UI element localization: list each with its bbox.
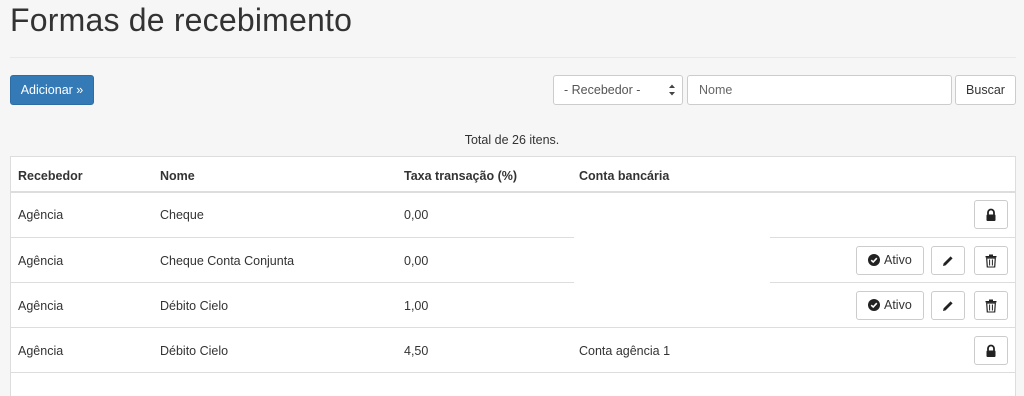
- cell-recebedor: Agência: [18, 344, 64, 358]
- receiver-select[interactable]: - Recebedor -: [553, 75, 683, 105]
- page: Formas de recebimento Adicionar » - Rece…: [0, 0, 1024, 396]
- cell-taxa: 0,00: [404, 208, 429, 222]
- header-recebedor: Recebedor: [18, 169, 83, 183]
- cell-taxa: 0,00: [404, 254, 429, 268]
- ativo-toggle-button[interactable]: Ativo: [856, 291, 924, 320]
- cell-nome: Cheque: [160, 208, 204, 222]
- check-circle-icon: [868, 299, 880, 311]
- lock-button[interactable]: [974, 336, 1008, 365]
- row-divider: [11, 282, 1015, 283]
- data-table: Recebedor Nome Taxa transação (%) Conta …: [10, 156, 1016, 396]
- cell-taxa: 4,50: [404, 344, 429, 358]
- add-button[interactable]: Adicionar »: [10, 75, 94, 105]
- cell-nome: Débito Cielo: [160, 344, 229, 358]
- delete-button[interactable]: [974, 291, 1008, 320]
- header-divider: [11, 191, 1015, 193]
- receiver-select-value: - Recebedor -: [564, 83, 641, 97]
- edit-button[interactable]: [931, 291, 965, 320]
- delete-button[interactable]: [974, 246, 1008, 275]
- edit-button[interactable]: [931, 246, 965, 275]
- title-divider: [10, 57, 1016, 58]
- row-divider-gap: [574, 232, 770, 244]
- cell-nome: Cheque Conta Conjunta: [160, 254, 295, 268]
- lock-icon: [986, 344, 996, 357]
- pencil-icon: [943, 300, 953, 311]
- row-divider: [11, 327, 1015, 328]
- ativo-label: Ativo: [884, 298, 912, 312]
- lock-icon: [986, 208, 996, 221]
- trash-icon: [985, 254, 997, 267]
- row-divider: [11, 237, 1015, 238]
- page-title: Formas de recebimento: [10, 2, 353, 38]
- header-taxa: Taxa transação (%): [404, 169, 518, 183]
- row-divider-gap: [574, 277, 770, 289]
- cell-nome: Débito Cielo: [160, 299, 229, 313]
- header-conta: Conta bancária: [579, 169, 670, 183]
- cell-recebedor: Agência: [18, 299, 64, 313]
- row-divider: [11, 372, 1015, 373]
- ativo-toggle-button[interactable]: Ativo: [856, 246, 924, 275]
- cell-recebedor: Agência: [18, 254, 64, 268]
- lock-button[interactable]: [974, 200, 1008, 229]
- trash-icon: [985, 299, 997, 312]
- total-count: Total de 26 itens.: [464, 133, 560, 147]
- search-button[interactable]: Buscar: [955, 75, 1016, 105]
- cell-recebedor: Agência: [18, 208, 64, 222]
- header-nome: Nome: [160, 169, 195, 183]
- check-circle-icon: [868, 254, 880, 266]
- pencil-icon: [943, 255, 953, 266]
- cell-taxa: 1,00: [404, 299, 429, 313]
- select-arrows-icon: [669, 84, 675, 96]
- name-input[interactable]: Nome: [687, 75, 952, 105]
- ativo-label: Ativo: [884, 253, 912, 267]
- cell-conta: Conta agência 1: [579, 344, 671, 358]
